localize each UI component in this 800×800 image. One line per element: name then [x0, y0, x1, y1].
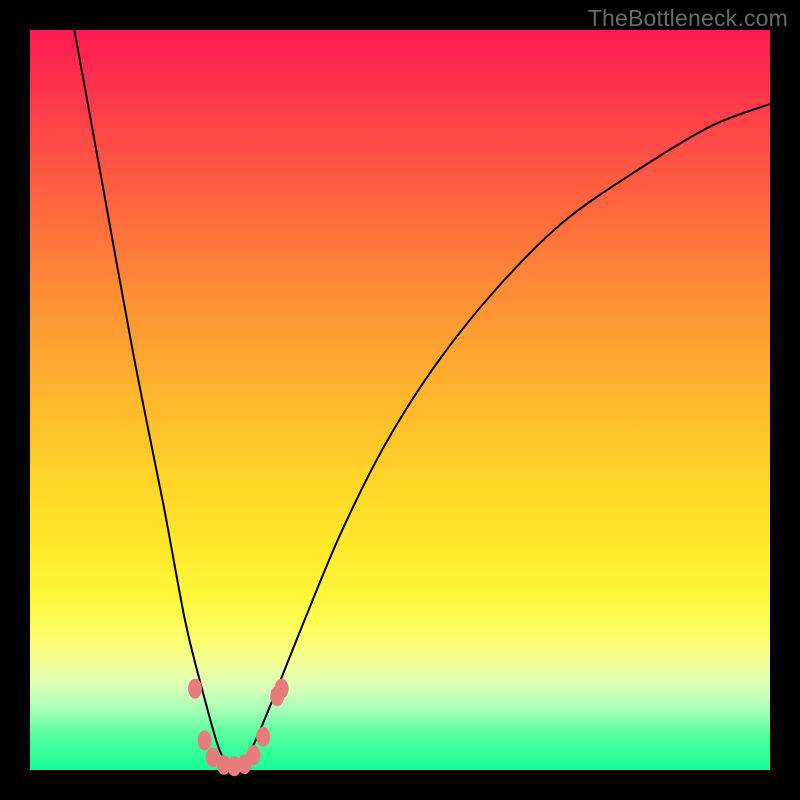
- bottleneck-curve: [74, 30, 770, 769]
- watermark-text: TheBottleneck.com: [588, 5, 788, 32]
- curve-marker: [256, 727, 270, 747]
- chart-svg-layer: [30, 30, 770, 770]
- curve-marker: [275, 679, 289, 699]
- curve-marker: [198, 730, 212, 750]
- curve-marker: [246, 745, 260, 765]
- curve-marker: [188, 679, 202, 699]
